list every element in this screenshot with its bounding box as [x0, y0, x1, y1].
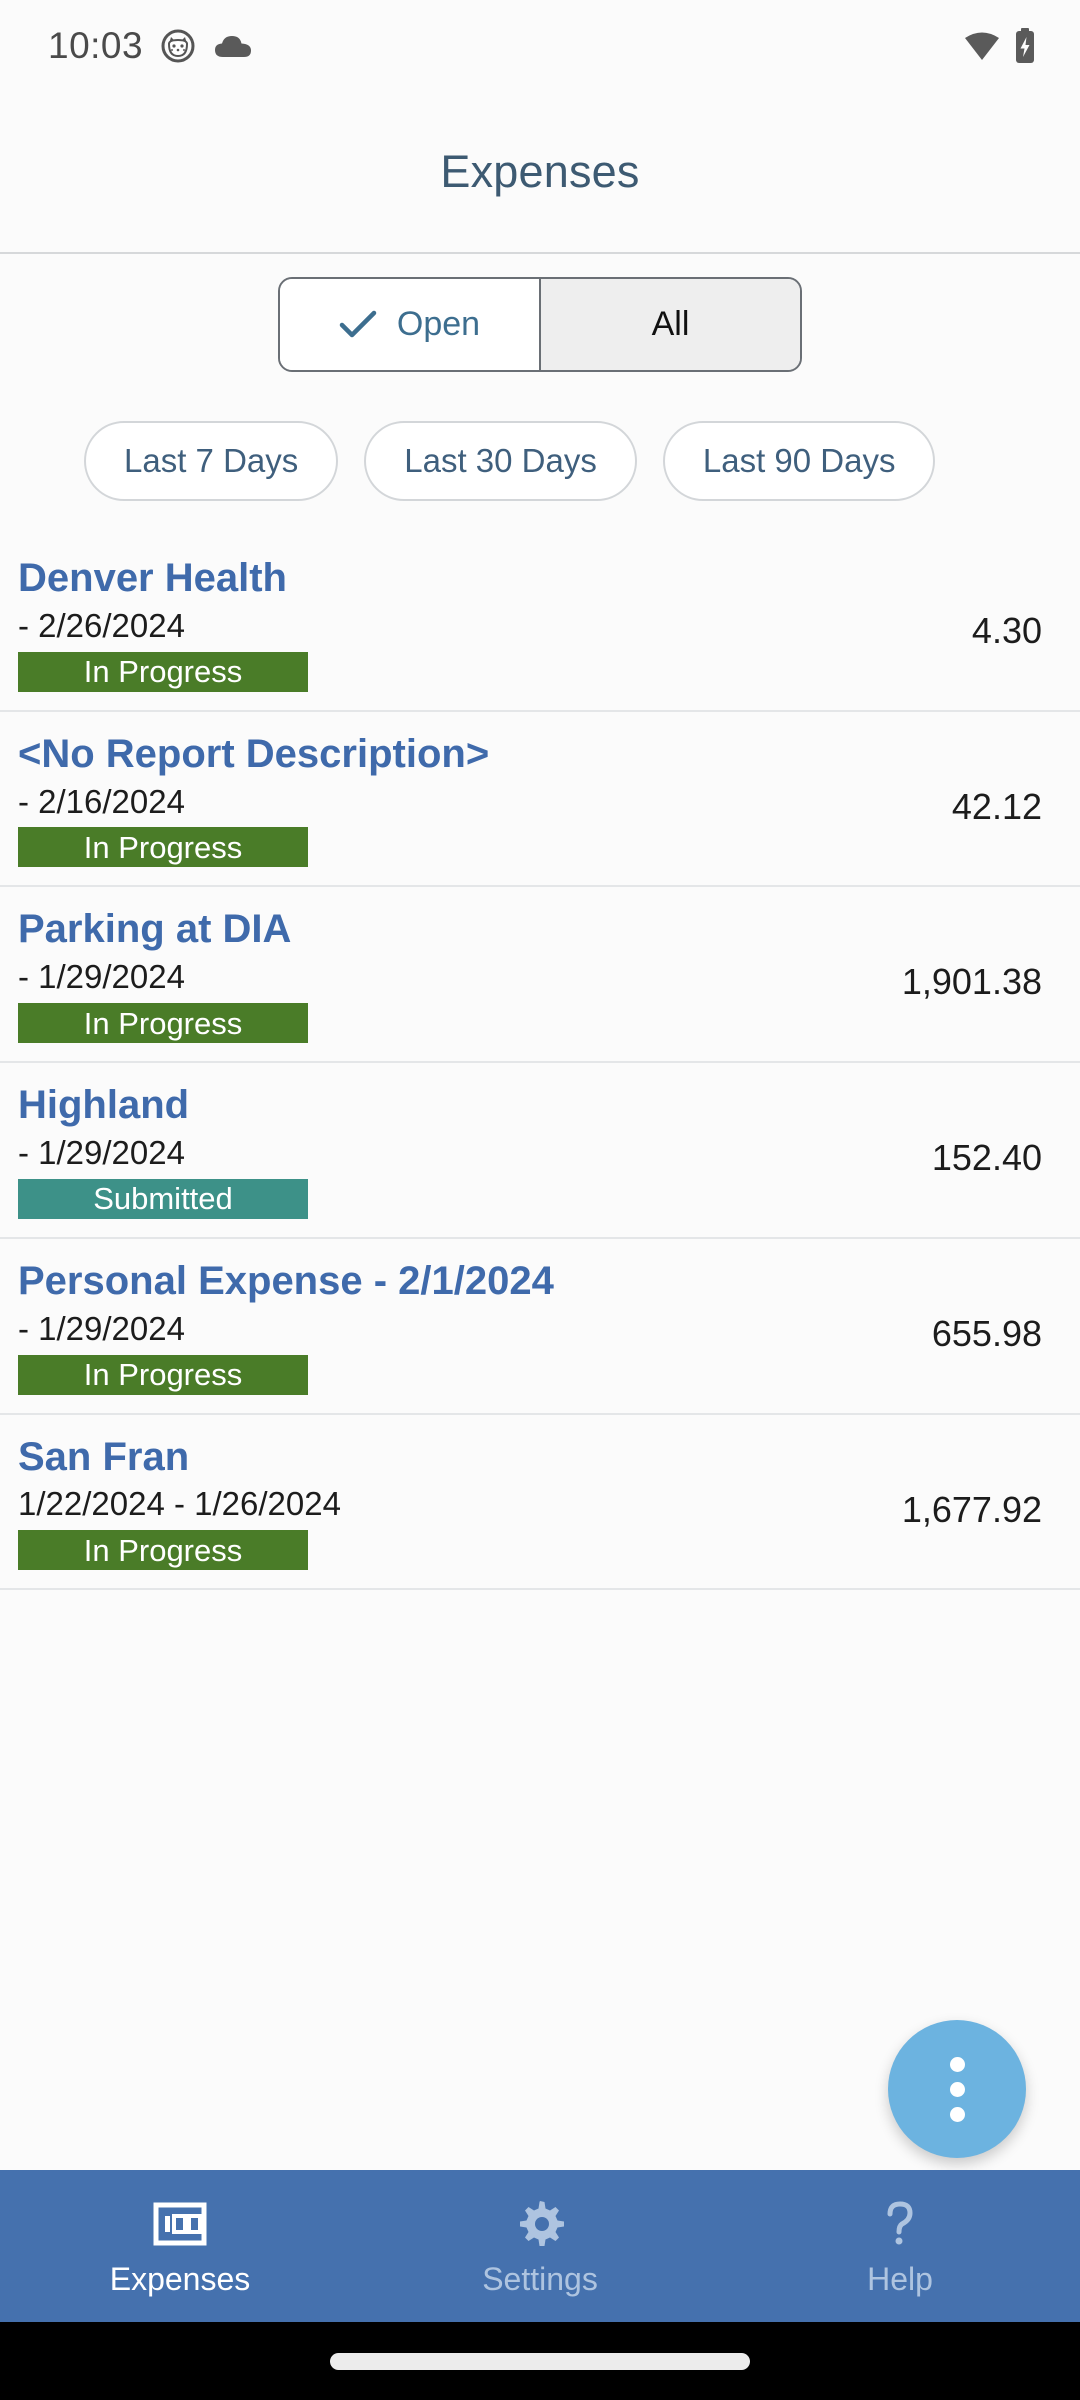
- overflow-menu-vertical-icon: [950, 2107, 965, 2122]
- nav-item-label: Help: [867, 2263, 933, 2295]
- expense-list: Denver Health - 2/26/2024 In Progress 4.…: [0, 536, 1080, 1590]
- status-filter-segmented-control[interactable]: Open All: [278, 277, 802, 372]
- bottom-navigation-bar: Expenses Settings Help: [0, 2170, 1080, 2322]
- chip-last-30-days[interactable]: Last 30 Days: [364, 421, 637, 501]
- expense-date: - 1/29/2024: [18, 1310, 1062, 1355]
- expense-title: Parking at DIA: [18, 905, 1062, 958]
- chip-last-7-days[interactable]: Last 7 Days: [84, 421, 338, 501]
- chip-last-90-days[interactable]: Last 90 Days: [663, 421, 936, 501]
- cat-badge-icon: [161, 29, 195, 63]
- nav-item-help[interactable]: Help: [720, 2170, 1080, 2322]
- banknote-100-icon: [153, 2197, 207, 2251]
- status-bar-right: [963, 28, 1036, 64]
- nav-item-label: Expenses: [110, 2263, 251, 2295]
- app-bar: Expenses: [0, 92, 1080, 254]
- cloud-icon: [213, 32, 253, 60]
- question-mark-icon: [882, 2197, 918, 2251]
- table-row[interactable]: Personal Expense - 2/1/2024 - 1/29/2024 …: [0, 1239, 1080, 1415]
- check-icon: [339, 310, 377, 340]
- table-row[interactable]: Highland - 1/29/2024 Submitted 152.40: [0, 1063, 1080, 1239]
- overflow-menu-vertical-icon: [950, 2057, 965, 2072]
- status-badge: Submitted: [18, 1179, 308, 1219]
- expense-title: <No Report Description>: [18, 730, 1062, 783]
- overflow-menu-fab[interactable]: [888, 2020, 1026, 2158]
- chip-label: Last 30 Days: [404, 442, 597, 480]
- status-bar: 10:03: [0, 0, 1080, 92]
- expense-date: - 1/29/2024: [18, 1134, 1062, 1179]
- status-bar-clock: 10:03: [48, 25, 143, 67]
- expense-date: - 2/26/2024: [18, 607, 1062, 652]
- table-row[interactable]: Denver Health - 2/26/2024 In Progress 4.…: [0, 536, 1080, 712]
- nav-item-expenses[interactable]: Expenses: [0, 2170, 360, 2322]
- phone-screen: 10:03: [0, 0, 1080, 2400]
- date-range-filter-chips: Last 7 Days Last 30 Days Last 90 Days: [0, 421, 1080, 501]
- chip-label: Last 7 Days: [124, 442, 298, 480]
- table-row[interactable]: San Fran 1/22/2024 - 1/26/2024 In Progre…: [0, 1415, 1080, 1591]
- overflow-menu-vertical-icon: [950, 2082, 965, 2097]
- expense-title: Personal Expense - 2/1/2024: [18, 1257, 1062, 1310]
- page-title: Expenses: [440, 146, 639, 198]
- status-badge: In Progress: [18, 1530, 308, 1570]
- segment-all-label: All: [652, 305, 690, 344]
- expense-date: - 2/16/2024: [18, 783, 1062, 828]
- expense-amount: 4.30: [972, 610, 1042, 652]
- table-row[interactable]: Parking at DIA - 1/29/2024 In Progress 1…: [0, 887, 1080, 1063]
- segment-open-label: Open: [397, 305, 480, 344]
- table-row[interactable]: <No Report Description> - 2/16/2024 In P…: [0, 712, 1080, 888]
- expense-title: Denver Health: [18, 554, 1062, 607]
- status-badge: In Progress: [18, 1003, 308, 1043]
- nav-item-settings[interactable]: Settings: [360, 2170, 720, 2322]
- wifi-icon: [963, 30, 1001, 62]
- status-bar-left: 10:03: [48, 25, 963, 67]
- expense-title: San Fran: [18, 1433, 1062, 1486]
- segment-all[interactable]: All: [541, 279, 800, 370]
- expense-amount: 152.40: [932, 1137, 1042, 1179]
- gear-icon: [515, 2197, 565, 2251]
- expense-amount: 655.98: [932, 1313, 1042, 1355]
- expense-title: Highland: [18, 1081, 1062, 1134]
- gesture-handle[interactable]: [330, 2353, 750, 2370]
- expense-amount: 1,901.38: [902, 961, 1042, 1003]
- status-badge: In Progress: [18, 652, 308, 692]
- battery-charging-icon: [1014, 28, 1036, 64]
- status-badge: In Progress: [18, 827, 308, 867]
- status-badge: In Progress: [18, 1355, 308, 1395]
- expense-amount: 42.12: [952, 786, 1042, 828]
- chip-label: Last 90 Days: [703, 442, 896, 480]
- expense-amount: 1,677.92: [902, 1489, 1042, 1531]
- segment-open[interactable]: Open: [280, 279, 541, 370]
- gesture-navigation-area: [0, 2322, 1080, 2400]
- nav-item-label: Settings: [482, 2263, 598, 2295]
